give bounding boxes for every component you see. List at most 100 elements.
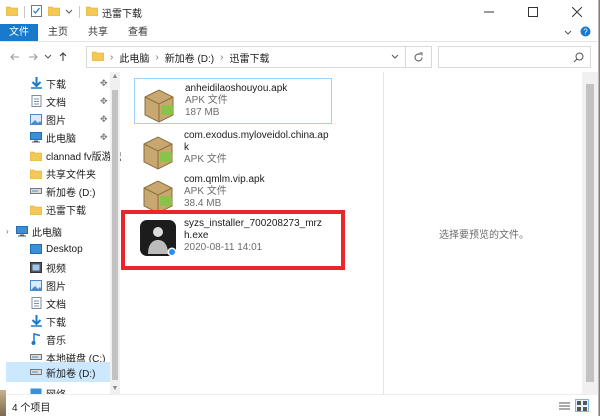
nav-item-xunlei[interactable]: 迅雷下载 (30, 200, 86, 218)
nav-item-label: 文档 (46, 299, 66, 311)
picture-icon (30, 279, 42, 291)
forward-button[interactable] (24, 48, 42, 66)
red-highlight-box (121, 210, 345, 270)
pin-icon[interactable]: ✥ (100, 132, 108, 143)
file-name: com.qmlm.vip.apk (184, 174, 265, 185)
nav-item-label: 音乐 (46, 335, 66, 347)
nav-item-desktop[interactable]: Desktop (30, 240, 83, 258)
computer-icon (30, 131, 42, 143)
scrollbar-thumb[interactable] (586, 84, 594, 382)
video-icon (30, 261, 42, 273)
expand-ribbon-chevron-icon[interactable] (564, 28, 572, 39)
file-item[interactable]: com.qmlm.vip.apk APK 文件 38.4 MB (134, 170, 330, 214)
nav-item-network[interactable]: 网络 (30, 384, 66, 394)
ribbon-right-controls: ? (564, 26, 591, 40)
nav-item-documents[interactable]: 文档 (30, 92, 66, 110)
status-bar: 4 个项目 (0, 394, 598, 416)
nav-item-label: 视频 (46, 263, 66, 275)
minimize-button[interactable] (467, 0, 511, 24)
nav-item-shared-folder[interactable]: 共享文件夹 (30, 164, 96, 182)
breadcrumb-drive-d[interactable]: 新加卷 (D:) (165, 50, 214, 65)
apk-package-icon (143, 180, 173, 214)
address-dropdown-icon[interactable] (391, 52, 399, 63)
file-item[interactable]: anheidilaoshouyou.apk APK 文件 187 MB (134, 78, 332, 124)
back-button[interactable] (6, 48, 24, 66)
close-button[interactable] (555, 0, 598, 24)
title-bar: 迅雷下载 (0, 0, 598, 24)
chevron-down-icon (44, 54, 52, 59)
download-arrow-icon (30, 315, 42, 327)
folder-icon (30, 203, 42, 215)
expand-chevron-icon[interactable]: › (6, 227, 16, 236)
up-button[interactable] (54, 48, 72, 66)
window-controls (467, 0, 598, 24)
recent-locations-button[interactable] (42, 48, 54, 66)
file-info: com.exodus.myloveidol.china.apk APK 文件 (184, 126, 330, 170)
file-info: anheidilaoshouyou.apk APK 文件 187 MB (185, 79, 287, 123)
pin-icon[interactable]: ✥ (100, 78, 108, 89)
breadcrumb-this-pc[interactable]: 此电脑 (119, 50, 149, 65)
close-icon (572, 7, 582, 17)
breadcrumb-chevron-icon: › (220, 51, 224, 63)
nav-item-drive-d-quick[interactable]: 新加卷 (D:) (30, 182, 95, 200)
tab-view[interactable]: 查看 (118, 24, 158, 41)
nav-item-label: 迅雷下载 (46, 205, 86, 217)
pin-icon[interactable]: ✥ (100, 96, 108, 107)
nav-item-downloads-pc[interactable]: 下载 (30, 312, 66, 330)
document-icon (30, 95, 42, 107)
nav-item-drive-d[interactable]: 新加卷 (D:) (6, 362, 110, 382)
download-arrow-icon (30, 77, 42, 89)
chevron-down-icon[interactable] (65, 7, 73, 18)
tab-file[interactable]: 文件 (0, 24, 38, 41)
maximize-button[interactable] (511, 0, 555, 24)
ribbon-tabs: 文件 主页 共享 查看 ? (0, 24, 598, 42)
file-size: 38.4 MB (184, 198, 222, 209)
nav-item-label: 此电脑 (46, 133, 76, 145)
folder-icon (30, 149, 42, 161)
nav-item-videos[interactable]: 视频 (30, 258, 66, 276)
tab-home[interactable]: 主页 (38, 24, 78, 41)
file-type: APK 文件 (185, 95, 228, 106)
scrollbar-thumb[interactable] (112, 90, 118, 380)
refresh-button[interactable] (406, 46, 432, 68)
explorer-window: 迅雷下载 文件 主页 共享 查看 ? › 此电脑 › 新加卷 (D:) › 迅雷… (0, 0, 599, 416)
pin-icon[interactable]: ✥ (100, 114, 108, 125)
nav-item-downloads[interactable]: 下载 (30, 74, 66, 92)
nav-item-this-pc[interactable]: 此电脑 (30, 128, 76, 146)
properties-icon[interactable] (31, 4, 42, 20)
file-item[interactable]: com.exodus.myloveidol.china.apk APK 文件 (134, 126, 330, 170)
details-view-button[interactable] (557, 399, 571, 412)
forward-arrow-icon (29, 53, 38, 61)
scroll-up-icon[interactable]: ▲ (110, 72, 120, 82)
nav-item-pictures[interactable]: 图片 (30, 110, 66, 128)
tiles-view-icon (577, 400, 587, 411)
navigation-scrollbar[interactable]: ▲ ▼ (110, 72, 120, 394)
address-bar[interactable]: › 此电脑 › 新加卷 (D:) › 迅雷下载 (86, 46, 406, 68)
search-input[interactable] (438, 46, 591, 68)
quick-access-toolbar (5, 4, 99, 20)
tiles-view-button[interactable] (575, 399, 589, 412)
nav-item-music[interactable]: 音乐 (30, 330, 66, 348)
nav-item-documents-pc[interactable]: 文档 (30, 294, 66, 312)
document-icon (30, 297, 42, 309)
breadcrumb-xunlei[interactable]: 迅雷下载 (229, 50, 269, 65)
tab-share[interactable]: 共享 (78, 24, 118, 41)
scroll-down-icon[interactable]: ▼ (110, 384, 120, 394)
folder-icon (30, 167, 42, 179)
nav-section-this-pc[interactable]: › 此电脑 (6, 222, 62, 240)
up-arrow-icon (59, 52, 67, 61)
nav-item-pictures-pc[interactable]: 图片 (30, 276, 66, 294)
content-scrollbar[interactable] (582, 72, 598, 394)
breadcrumb-chevron-icon: › (110, 51, 114, 63)
folder-icon (91, 50, 105, 64)
preview-message: 选择要预览的文件。 (439, 229, 529, 241)
toolbar-divider (24, 6, 25, 18)
nav-item-clannad[interactable]: clannad fv版游戏 (30, 146, 121, 164)
svg-text:?: ? (583, 27, 588, 36)
nav-item-label: Desktop (46, 243, 83, 255)
file-info: com.qmlm.vip.apk APK 文件 38.4 MB (184, 170, 265, 214)
picture-icon (30, 113, 42, 125)
new-folder-icon[interactable] (47, 5, 61, 19)
desktop-icon (30, 243, 42, 255)
help-icon[interactable]: ? (580, 26, 591, 40)
